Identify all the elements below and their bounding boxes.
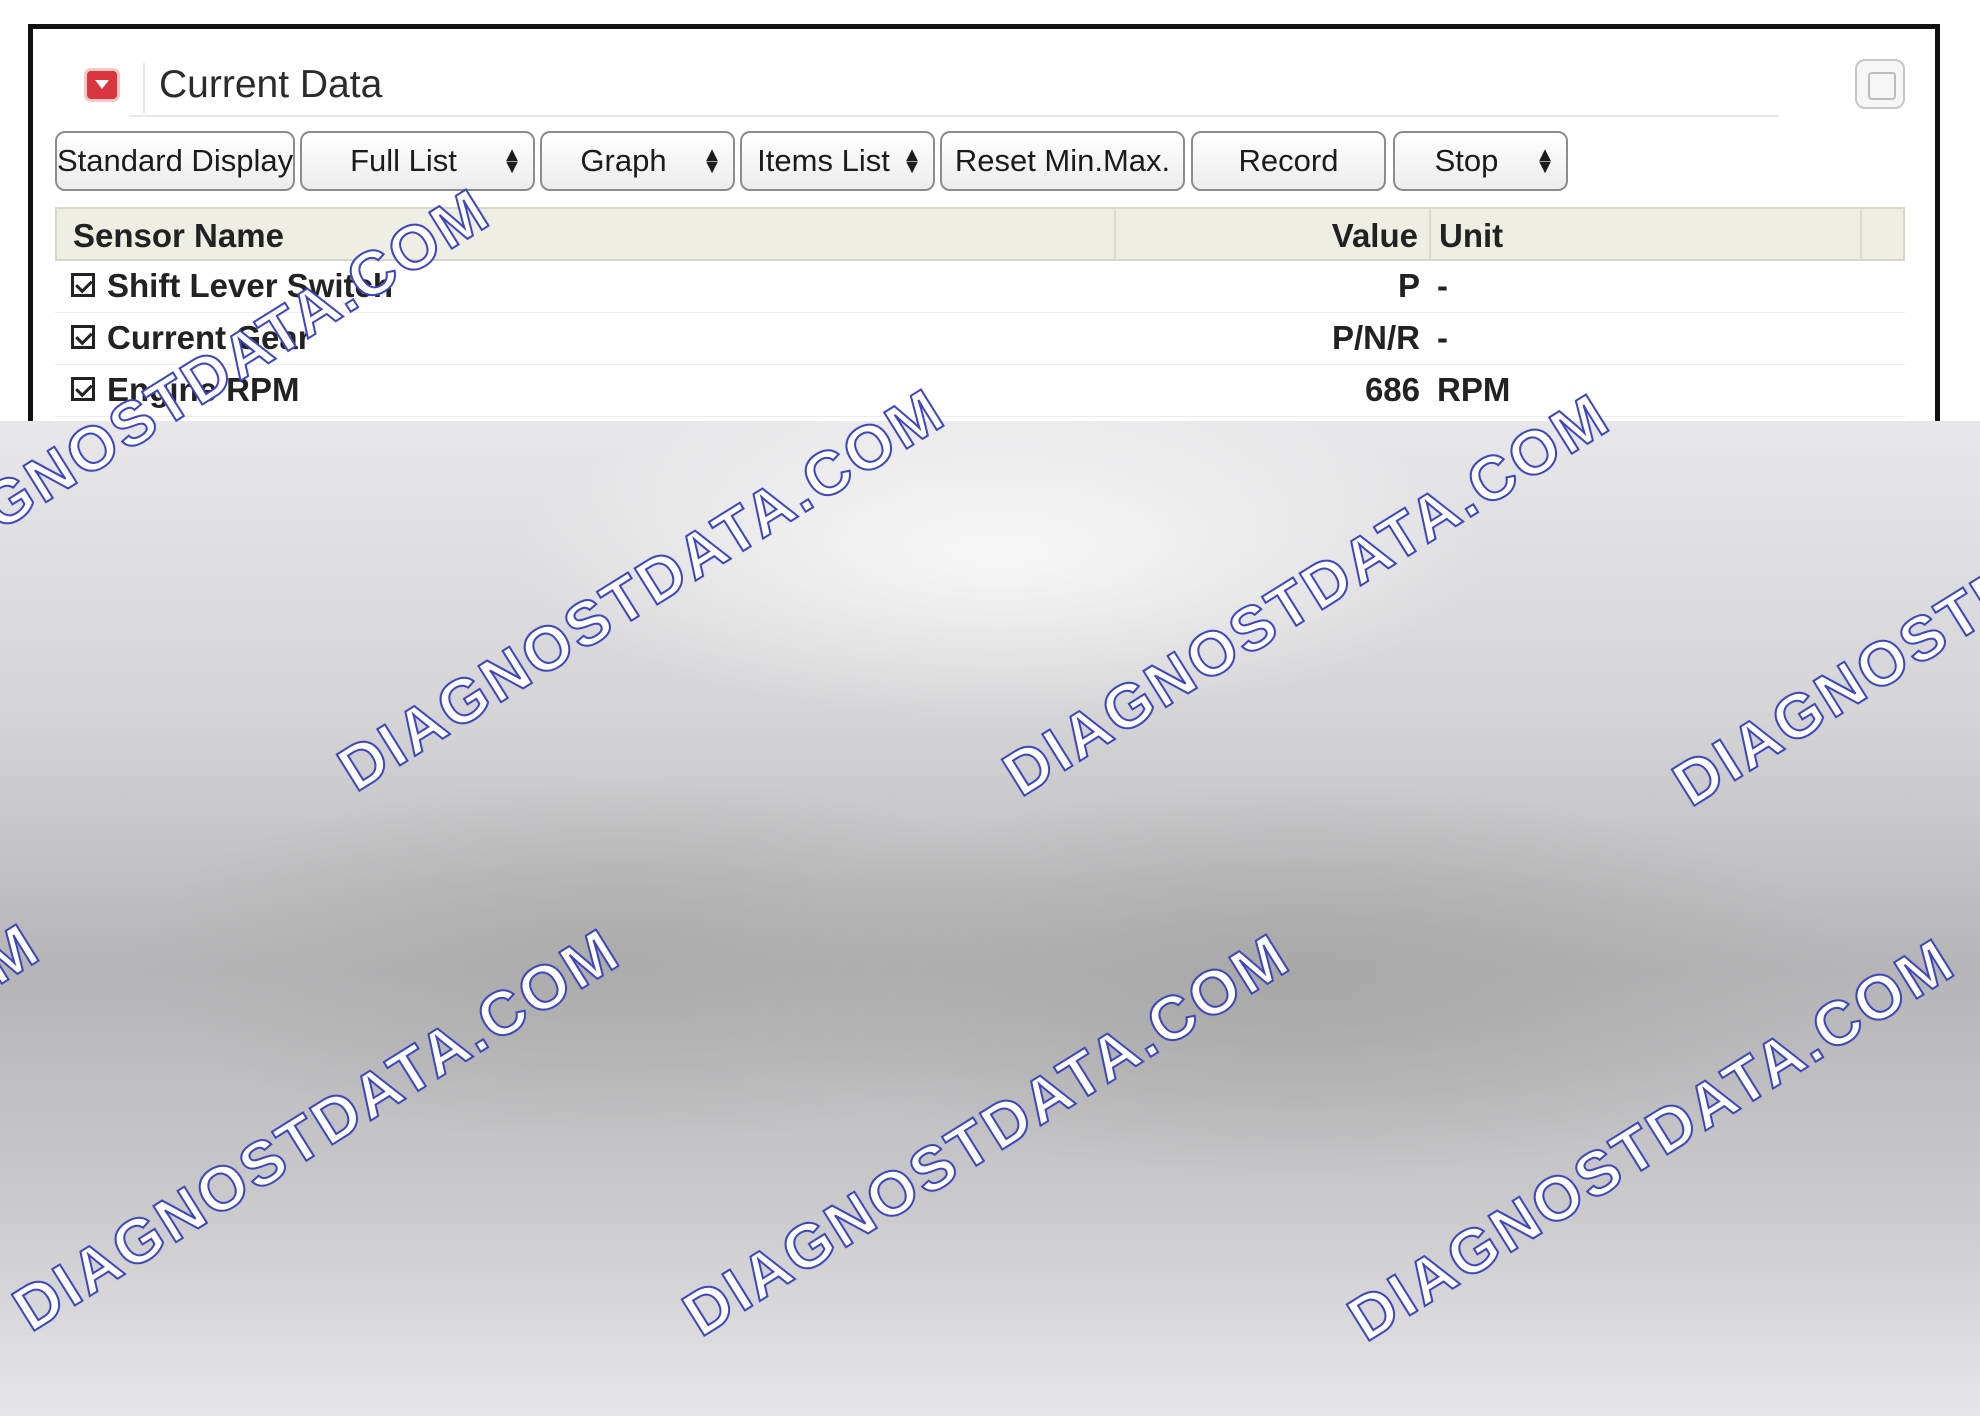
updown-arrows-icon: ▲▼: [1535, 144, 1555, 178]
sensor-unit: RPM: [1437, 371, 1511, 408]
reset-min-max-button[interactable]: Reset Min.Max.: [940, 131, 1185, 191]
updown-arrows-icon: ▲▼: [290, 145, 293, 177]
items-list-button[interactable]: Items List ▲ ▼: [740, 131, 935, 191]
record-label: Record: [1238, 143, 1339, 178]
window-title: Current Data: [159, 63, 383, 106]
image-backdrop: [0, 421, 1980, 1416]
column-divider: [1860, 209, 1862, 259]
full-list-button[interactable]: Full List ▲ ▼: [300, 131, 535, 191]
collapse-arrow-icon[interactable]: [87, 71, 117, 99]
sensor-unit: -: [1437, 319, 1448, 356]
updown-arrows-icon: ▲▼: [702, 144, 722, 178]
record-button[interactable]: Record: [1191, 131, 1386, 191]
row-checkbox[interactable]: [71, 273, 95, 297]
maximize-icon[interactable]: [1855, 59, 1905, 109]
standard-display-button[interactable]: Standard Display ▲▼: [55, 131, 295, 191]
row-checkbox[interactable]: [71, 377, 95, 401]
stop-button[interactable]: Stop ▲ ▼: [1393, 131, 1568, 191]
title-separator: [143, 63, 145, 113]
items-list-label: Items List: [757, 143, 890, 178]
table-row[interactable]: Engine RPM 686 RPM: [55, 365, 1905, 417]
column-header-unit[interactable]: Unit: [1439, 217, 1503, 255]
reset-min-max-label: Reset Min.Max.: [954, 143, 1171, 178]
sensor-value: P/N/R: [1331, 319, 1420, 356]
column-header-value[interactable]: Value: [1332, 217, 1418, 255]
graph-label: Graph: [580, 143, 667, 178]
title-divider: [129, 115, 1779, 117]
title-bar: Current Data: [33, 29, 1935, 141]
standard-display-label: Standard Display: [57, 143, 294, 178]
current-data-window: Current Data Standard Display ▲▼ Full Li…: [28, 24, 1940, 464]
updown-arrows-icon: ▲▼: [502, 144, 522, 178]
full-list-label: Full List: [350, 143, 457, 178]
sensor-value: P: [1397, 267, 1420, 304]
stop-label: Stop: [1434, 143, 1499, 178]
column-divider: [1114, 209, 1116, 259]
table-header: Sensor Name Value Unit: [55, 207, 1905, 261]
sensor-value: 686: [1364, 371, 1420, 408]
graph-button[interactable]: Graph ▲ ▼: [540, 131, 735, 191]
row-checkbox[interactable]: [71, 325, 95, 349]
column-divider: [1429, 209, 1431, 259]
column-header-sensor-name[interactable]: Sensor Name: [73, 217, 284, 255]
sensor-unit: -: [1437, 267, 1448, 304]
updown-arrows-icon: ▲▼: [902, 144, 922, 178]
